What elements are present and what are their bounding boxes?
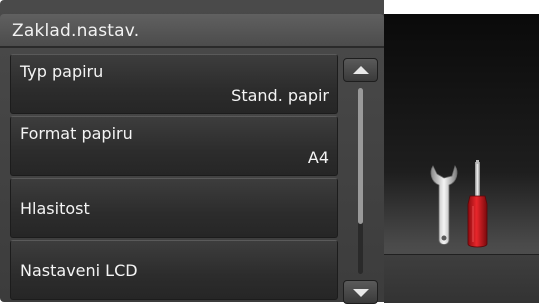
scroll-thumb[interactable]	[358, 88, 363, 224]
lcd-screen: Zaklad.nastav. Typ papiru Stand. papir F…	[0, 0, 539, 304]
scroll-up-button[interactable]	[343, 58, 378, 82]
menu-item-paper-type[interactable]: Typ papiru Stand. papir	[10, 54, 338, 114]
menu-item-value: Stand. papir	[231, 86, 329, 105]
right-bottom-bar	[384, 254, 539, 303]
page-title: Zaklad.nastav.	[12, 21, 140, 41]
wrench-screwdriver-icon	[430, 160, 488, 248]
menu-item-label: Hlasitost	[20, 199, 90, 218]
menu-item-label: Nastaveni LCD	[20, 261, 138, 280]
arrow-down-icon	[353, 289, 369, 297]
arrow-up-icon	[353, 66, 369, 74]
scroll-down-button[interactable]	[343, 280, 378, 304]
menu-item-volume[interactable]: Hlasitost	[10, 178, 338, 238]
menu-item-label: Typ papiru	[20, 62, 104, 81]
menu-item-lcd-settings[interactable]: Nastaveni LCD	[10, 240, 338, 300]
menu-item-paper-size[interactable]: Format papiru A4	[10, 116, 338, 176]
title-bar: Zaklad.nastav.	[0, 14, 384, 48]
settings-panel: Zaklad.nastav. Typ papiru Stand. papir F…	[0, 0, 384, 304]
menu-item-label: Format papiru	[20, 124, 133, 143]
menu-item-value: A4	[307, 148, 329, 167]
scrollbar[interactable]	[343, 58, 378, 304]
